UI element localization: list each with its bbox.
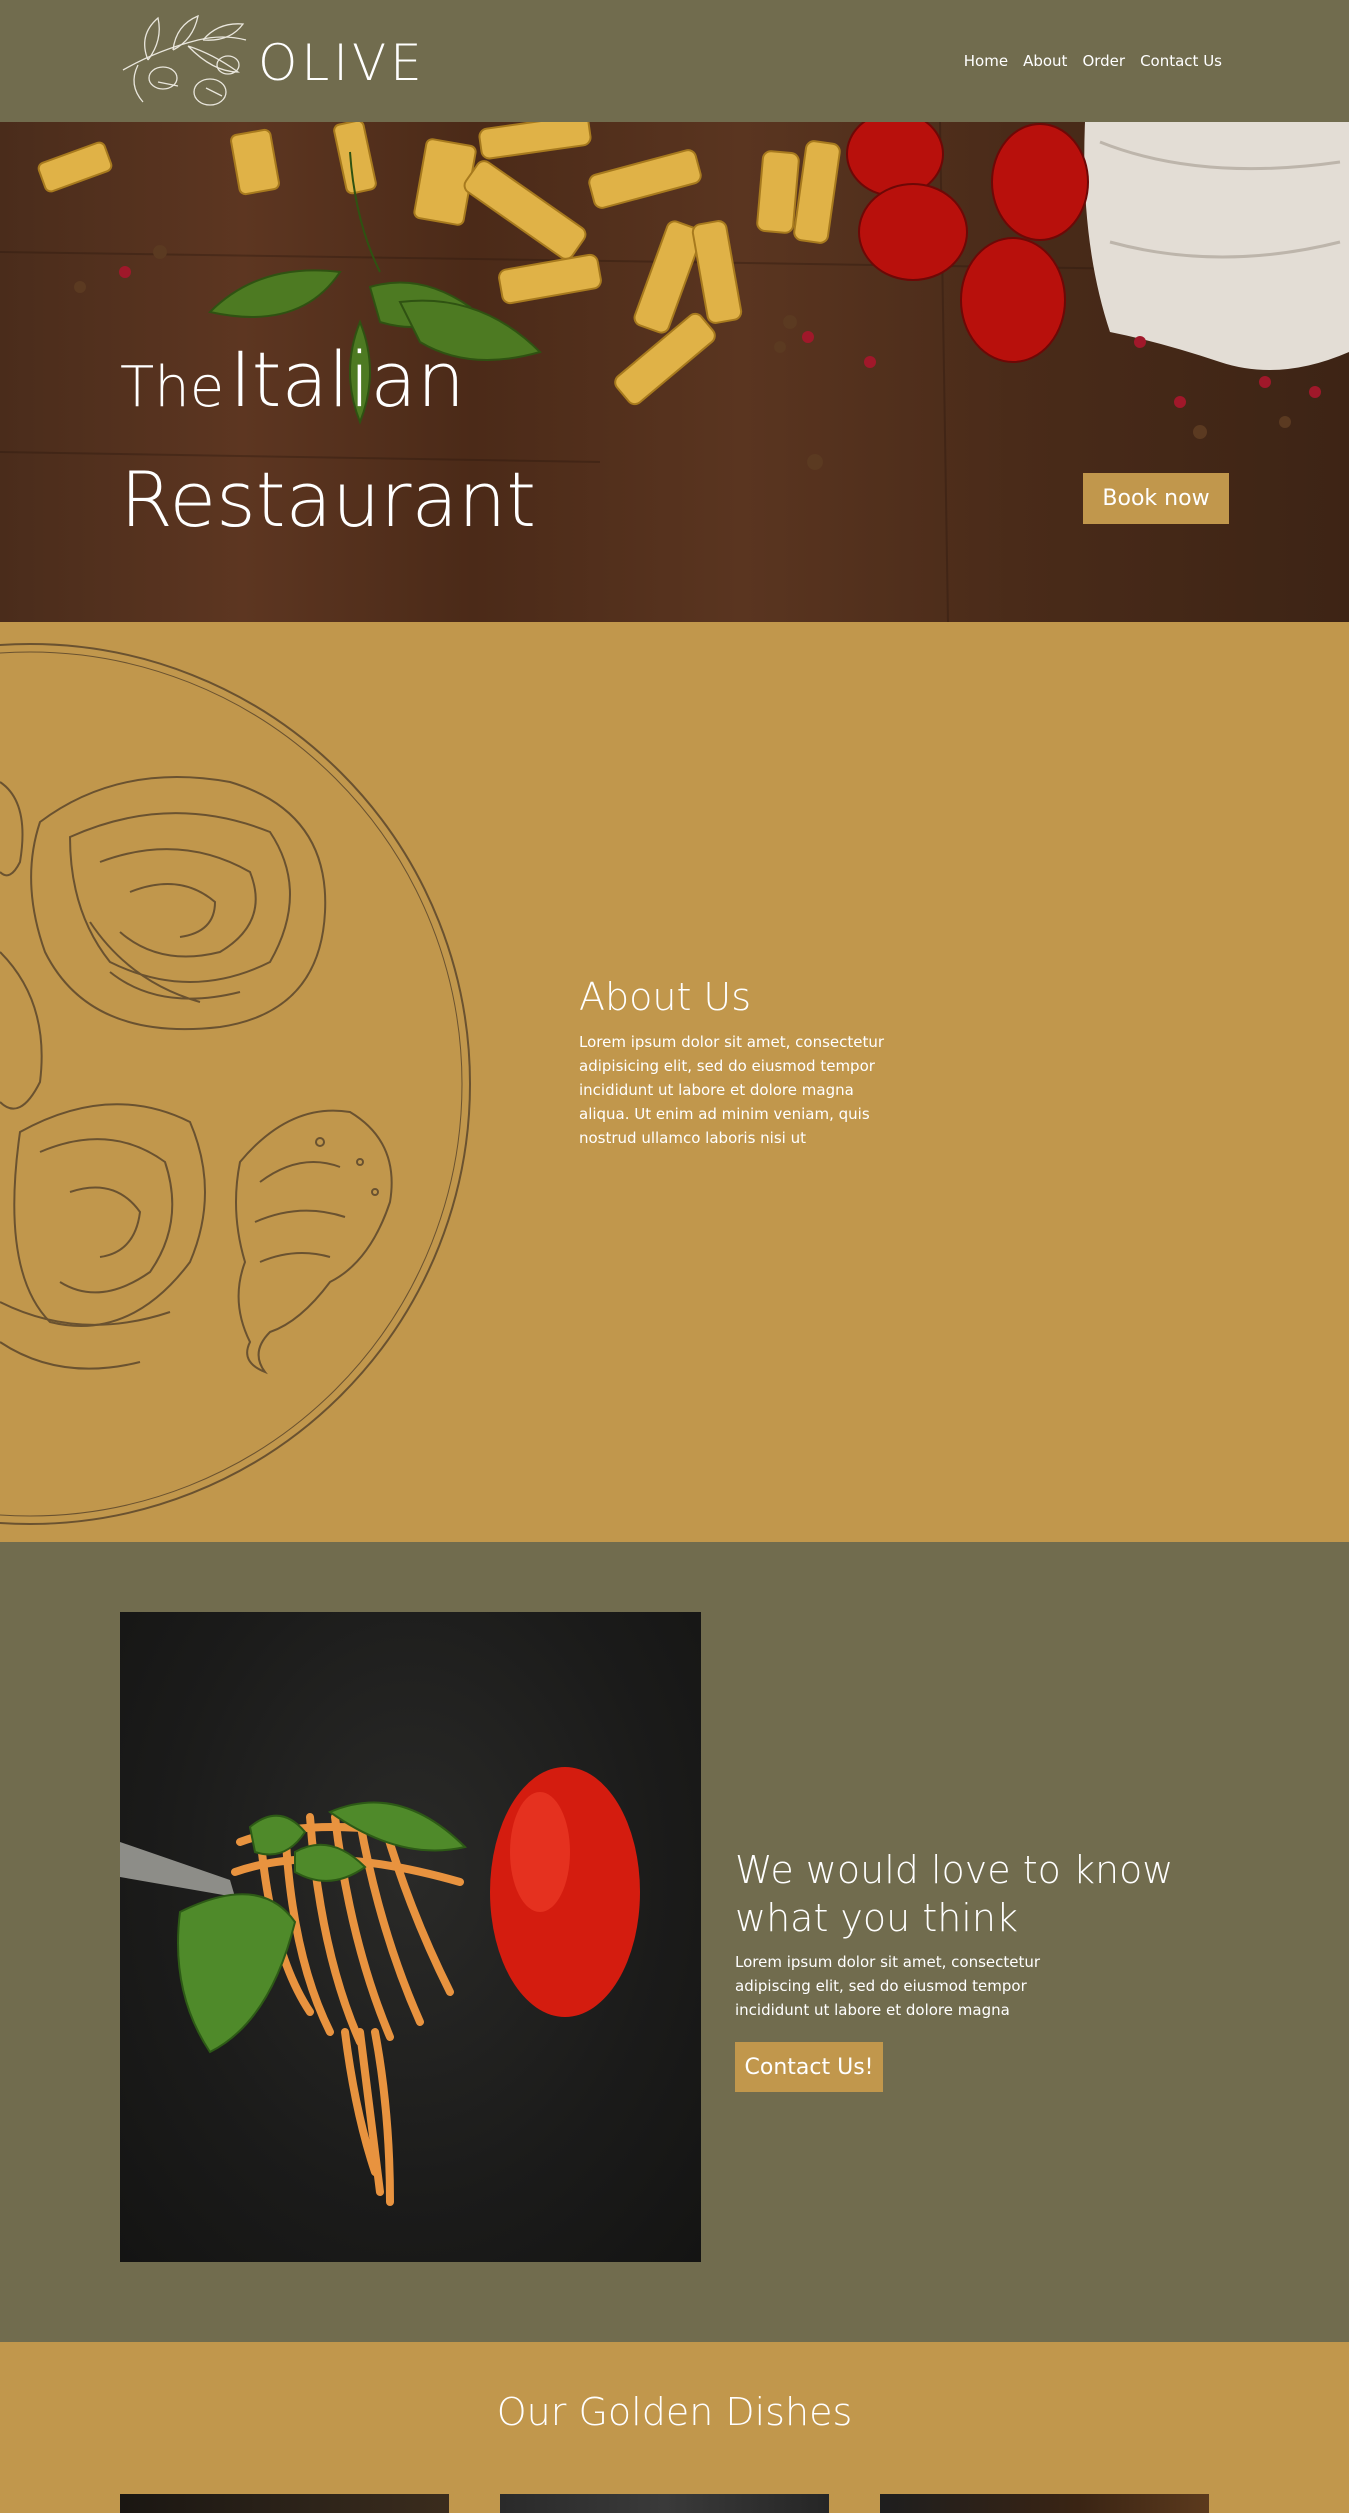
about-title: About Us (579, 975, 752, 1019)
logo-text: OLIVE (258, 34, 426, 92)
pasta-plate-illustration (0, 643, 471, 1525)
spaghetti-fork-illustration (120, 1767, 640, 2206)
feedback-text: Lorem ipsum dolor sit amet, consectetur … (735, 1953, 1041, 2019)
nav-order[interactable]: Order (1082, 52, 1125, 70)
about-section: About Us Lorem ipsum dolor sit amet, con… (0, 622, 1349, 1542)
main-nav: Home About Order Contact Us (964, 52, 1222, 70)
olive-branch-icon (122, 14, 247, 106)
contact-us-button[interactable]: Contact Us! (735, 2042, 883, 2092)
nav-contact-us[interactable]: Contact Us (1140, 52, 1222, 70)
hero-title-line-2: Restaurant (120, 455, 537, 544)
hero-section: The Italian Restaurant (0, 122, 1349, 622)
hero-title-italian: Italian (229, 335, 466, 424)
hero-title-the: The (120, 355, 225, 420)
dish-card-image[interactable] (120, 2494, 449, 2513)
dishes-title: Our Golden Dishes (496, 2390, 853, 2434)
dish-card-image[interactable] (880, 2494, 1209, 2513)
dish-card-image[interactable] (500, 2494, 829, 2513)
book-now-button[interactable]: Book now (1083, 473, 1229, 524)
nav-about[interactable]: About (1023, 52, 1067, 70)
spaghetti-fork-image (120, 1612, 701, 2262)
site-header: OLIVE Home About Order Contact Us (0, 0, 1349, 122)
feedback-title: We would love to know what you think (735, 1848, 1174, 1940)
nav-home[interactable]: Home (964, 52, 1008, 70)
dishes-section: Our Golden Dishes (0, 2342, 1349, 2513)
feedback-section: We would love to know what you think Lor… (0, 1542, 1349, 2342)
logo[interactable]: OLIVE (118, 10, 422, 115)
hero-title-line-1: The Italian (120, 342, 465, 418)
about-text: Lorem ipsum dolor sit amet, consectetur … (579, 1033, 885, 1147)
